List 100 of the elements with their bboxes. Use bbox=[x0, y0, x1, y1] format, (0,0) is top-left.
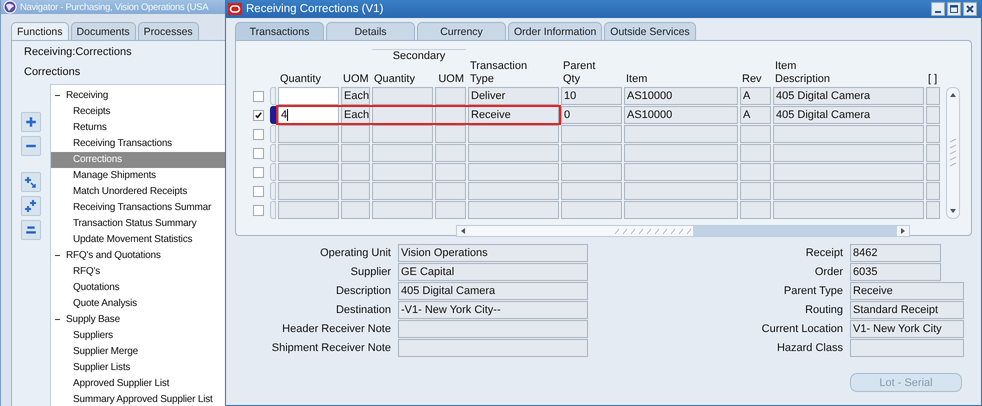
checkbox[interactable] bbox=[252, 128, 264, 140]
tab[interactable]: Details bbox=[326, 22, 415, 40]
table-cell bbox=[372, 163, 433, 181]
text-field[interactable]: Vision Operations bbox=[398, 244, 588, 262]
column-group-header: Secondary bbox=[372, 49, 466, 62]
table-cell bbox=[435, 144, 466, 162]
scroll-down-icon[interactable] bbox=[948, 207, 958, 215]
field-label: Receipt bbox=[804, 247, 843, 259]
tree-item[interactable]: Summary Approved Supplier List bbox=[51, 392, 225, 406]
tree-item[interactable]: RFQ's and Quotations bbox=[51, 248, 225, 264]
table-cell bbox=[926, 182, 940, 200]
close-icon bbox=[966, 5, 974, 13]
table-cell: AS10000 bbox=[624, 87, 738, 105]
scroll-up-icon[interactable] bbox=[948, 91, 958, 99]
scroll-right-icon[interactable] bbox=[899, 226, 907, 236]
tree-item[interactable]: Match Unordered Receipts bbox=[51, 184, 225, 200]
table-cell[interactable] bbox=[278, 182, 339, 200]
table-cell bbox=[740, 163, 771, 181]
column-header: Transaction Type bbox=[469, 60, 528, 86]
text-field[interactable]: GE Capital bbox=[398, 263, 588, 281]
text-field[interactable]: 8462 bbox=[850, 244, 941, 262]
text-field[interactable]: Standard Receipt bbox=[850, 301, 964, 319]
vertical-scrollbar[interactable] bbox=[946, 87, 960, 219]
tree-item[interactable]: Returns bbox=[51, 120, 225, 136]
expand-all-button[interactable] bbox=[21, 196, 41, 216]
checkbox[interactable] bbox=[252, 186, 264, 196]
column-header: Item bbox=[625, 73, 648, 86]
tab[interactable]: Functions bbox=[11, 22, 69, 40]
field-label: Header Receiver Note bbox=[281, 323, 391, 335]
table-cell bbox=[561, 163, 622, 181]
tree-item[interactable]: Receiving Transactions bbox=[51, 136, 225, 152]
table-cell bbox=[740, 201, 771, 219]
field-label: Shipment Receiver Note bbox=[270, 342, 391, 354]
table-cell bbox=[740, 144, 771, 162]
text-field[interactable]: -V1- New York City-- bbox=[398, 301, 588, 319]
close-button[interactable] bbox=[963, 2, 977, 16]
field-label: Parent Type bbox=[782, 285, 843, 297]
expand-button[interactable] bbox=[21, 112, 41, 132]
expand-branch-button[interactable] bbox=[21, 172, 41, 192]
column-header: Quantity bbox=[373, 73, 416, 86]
text-field[interactable]: 405 Digital Camera bbox=[398, 282, 588, 300]
oracle-logo-icon bbox=[228, 3, 242, 15]
tree-item[interactable]: Receiving Transactions Summar bbox=[51, 200, 225, 216]
column-header: Rev bbox=[741, 73, 763, 86]
text-field[interactable] bbox=[398, 339, 588, 357]
table-cell bbox=[561, 125, 622, 143]
table-cell bbox=[926, 87, 940, 105]
text-field[interactable] bbox=[850, 339, 964, 357]
tree-item[interactable]: Approved Supplier List bbox=[51, 376, 225, 392]
grip-icon[interactable] bbox=[613, 228, 693, 234]
tree-item[interactable]: Quote Analysis bbox=[51, 296, 225, 312]
table-cell[interactable] bbox=[278, 201, 339, 219]
column-header: Parent Qty bbox=[562, 60, 596, 86]
tree-item[interactable]: Supply Base bbox=[51, 312, 225, 328]
tree-item[interactable]: Quotations bbox=[51, 280, 225, 296]
checkbox[interactable] bbox=[252, 148, 264, 158]
collapse-button[interactable] bbox=[21, 136, 41, 156]
tab[interactable]: Currency bbox=[417, 22, 506, 40]
checkbox[interactable] bbox=[252, 110, 264, 120]
tree-item[interactable]: Receipts bbox=[51, 104, 225, 120]
tree-item[interactable]: Receiving bbox=[51, 88, 225, 104]
table-cell bbox=[435, 87, 466, 105]
tab[interactable]: Processes bbox=[138, 22, 199, 40]
text-field[interactable]: V1- New York City bbox=[850, 320, 964, 338]
checkbox[interactable] bbox=[252, 204, 264, 216]
tab[interactable]: Transactions bbox=[235, 22, 324, 40]
tree-item[interactable]: Supplier Lists bbox=[51, 360, 225, 376]
tree-item[interactable]: Supplier Merge bbox=[51, 344, 225, 360]
collapse-all-button[interactable] bbox=[21, 220, 41, 240]
table-cell[interactable] bbox=[278, 125, 339, 143]
table-cell bbox=[372, 87, 433, 105]
field-label: Description bbox=[334, 285, 391, 297]
tree-item[interactable]: Suppliers bbox=[51, 328, 225, 344]
tree-item[interactable]: RFQ's bbox=[51, 264, 225, 280]
checkbox[interactable] bbox=[252, 166, 264, 178]
text-field[interactable] bbox=[398, 320, 588, 338]
tab[interactable]: Documents bbox=[70, 22, 136, 40]
table-cell[interactable] bbox=[278, 163, 339, 181]
tree-item[interactable]: Manage Shipments bbox=[51, 168, 225, 184]
checkbox[interactable] bbox=[252, 90, 264, 102]
table-cell bbox=[341, 144, 370, 162]
text-field[interactable]: Receive bbox=[850, 282, 964, 300]
tree-item[interactable]: Update Movement Statistics bbox=[51, 232, 225, 248]
grip-icon[interactable] bbox=[948, 138, 958, 168]
scroll-left-icon[interactable] bbox=[459, 226, 467, 236]
double-plus-icon bbox=[25, 200, 37, 212]
table-cell bbox=[341, 201, 370, 219]
tab[interactable]: Order Information bbox=[508, 22, 602, 40]
minimize-button[interactable] bbox=[931, 2, 945, 16]
maximize-button[interactable] bbox=[947, 2, 961, 16]
table-cell: 0 bbox=[561, 106, 622, 124]
tab[interactable]: Outside Services bbox=[604, 22, 696, 40]
record-indicator[interactable] bbox=[270, 106, 276, 124]
table-cell[interactable] bbox=[278, 87, 339, 105]
text-field[interactable]: 6035 bbox=[850, 263, 941, 281]
tree-item[interactable]: Transaction Status Summary bbox=[51, 216, 225, 232]
table-cell bbox=[926, 144, 940, 162]
horizontal-scrollbar[interactable] bbox=[456, 225, 910, 237]
table-cell[interactable] bbox=[278, 144, 339, 162]
table-cell bbox=[926, 163, 940, 181]
